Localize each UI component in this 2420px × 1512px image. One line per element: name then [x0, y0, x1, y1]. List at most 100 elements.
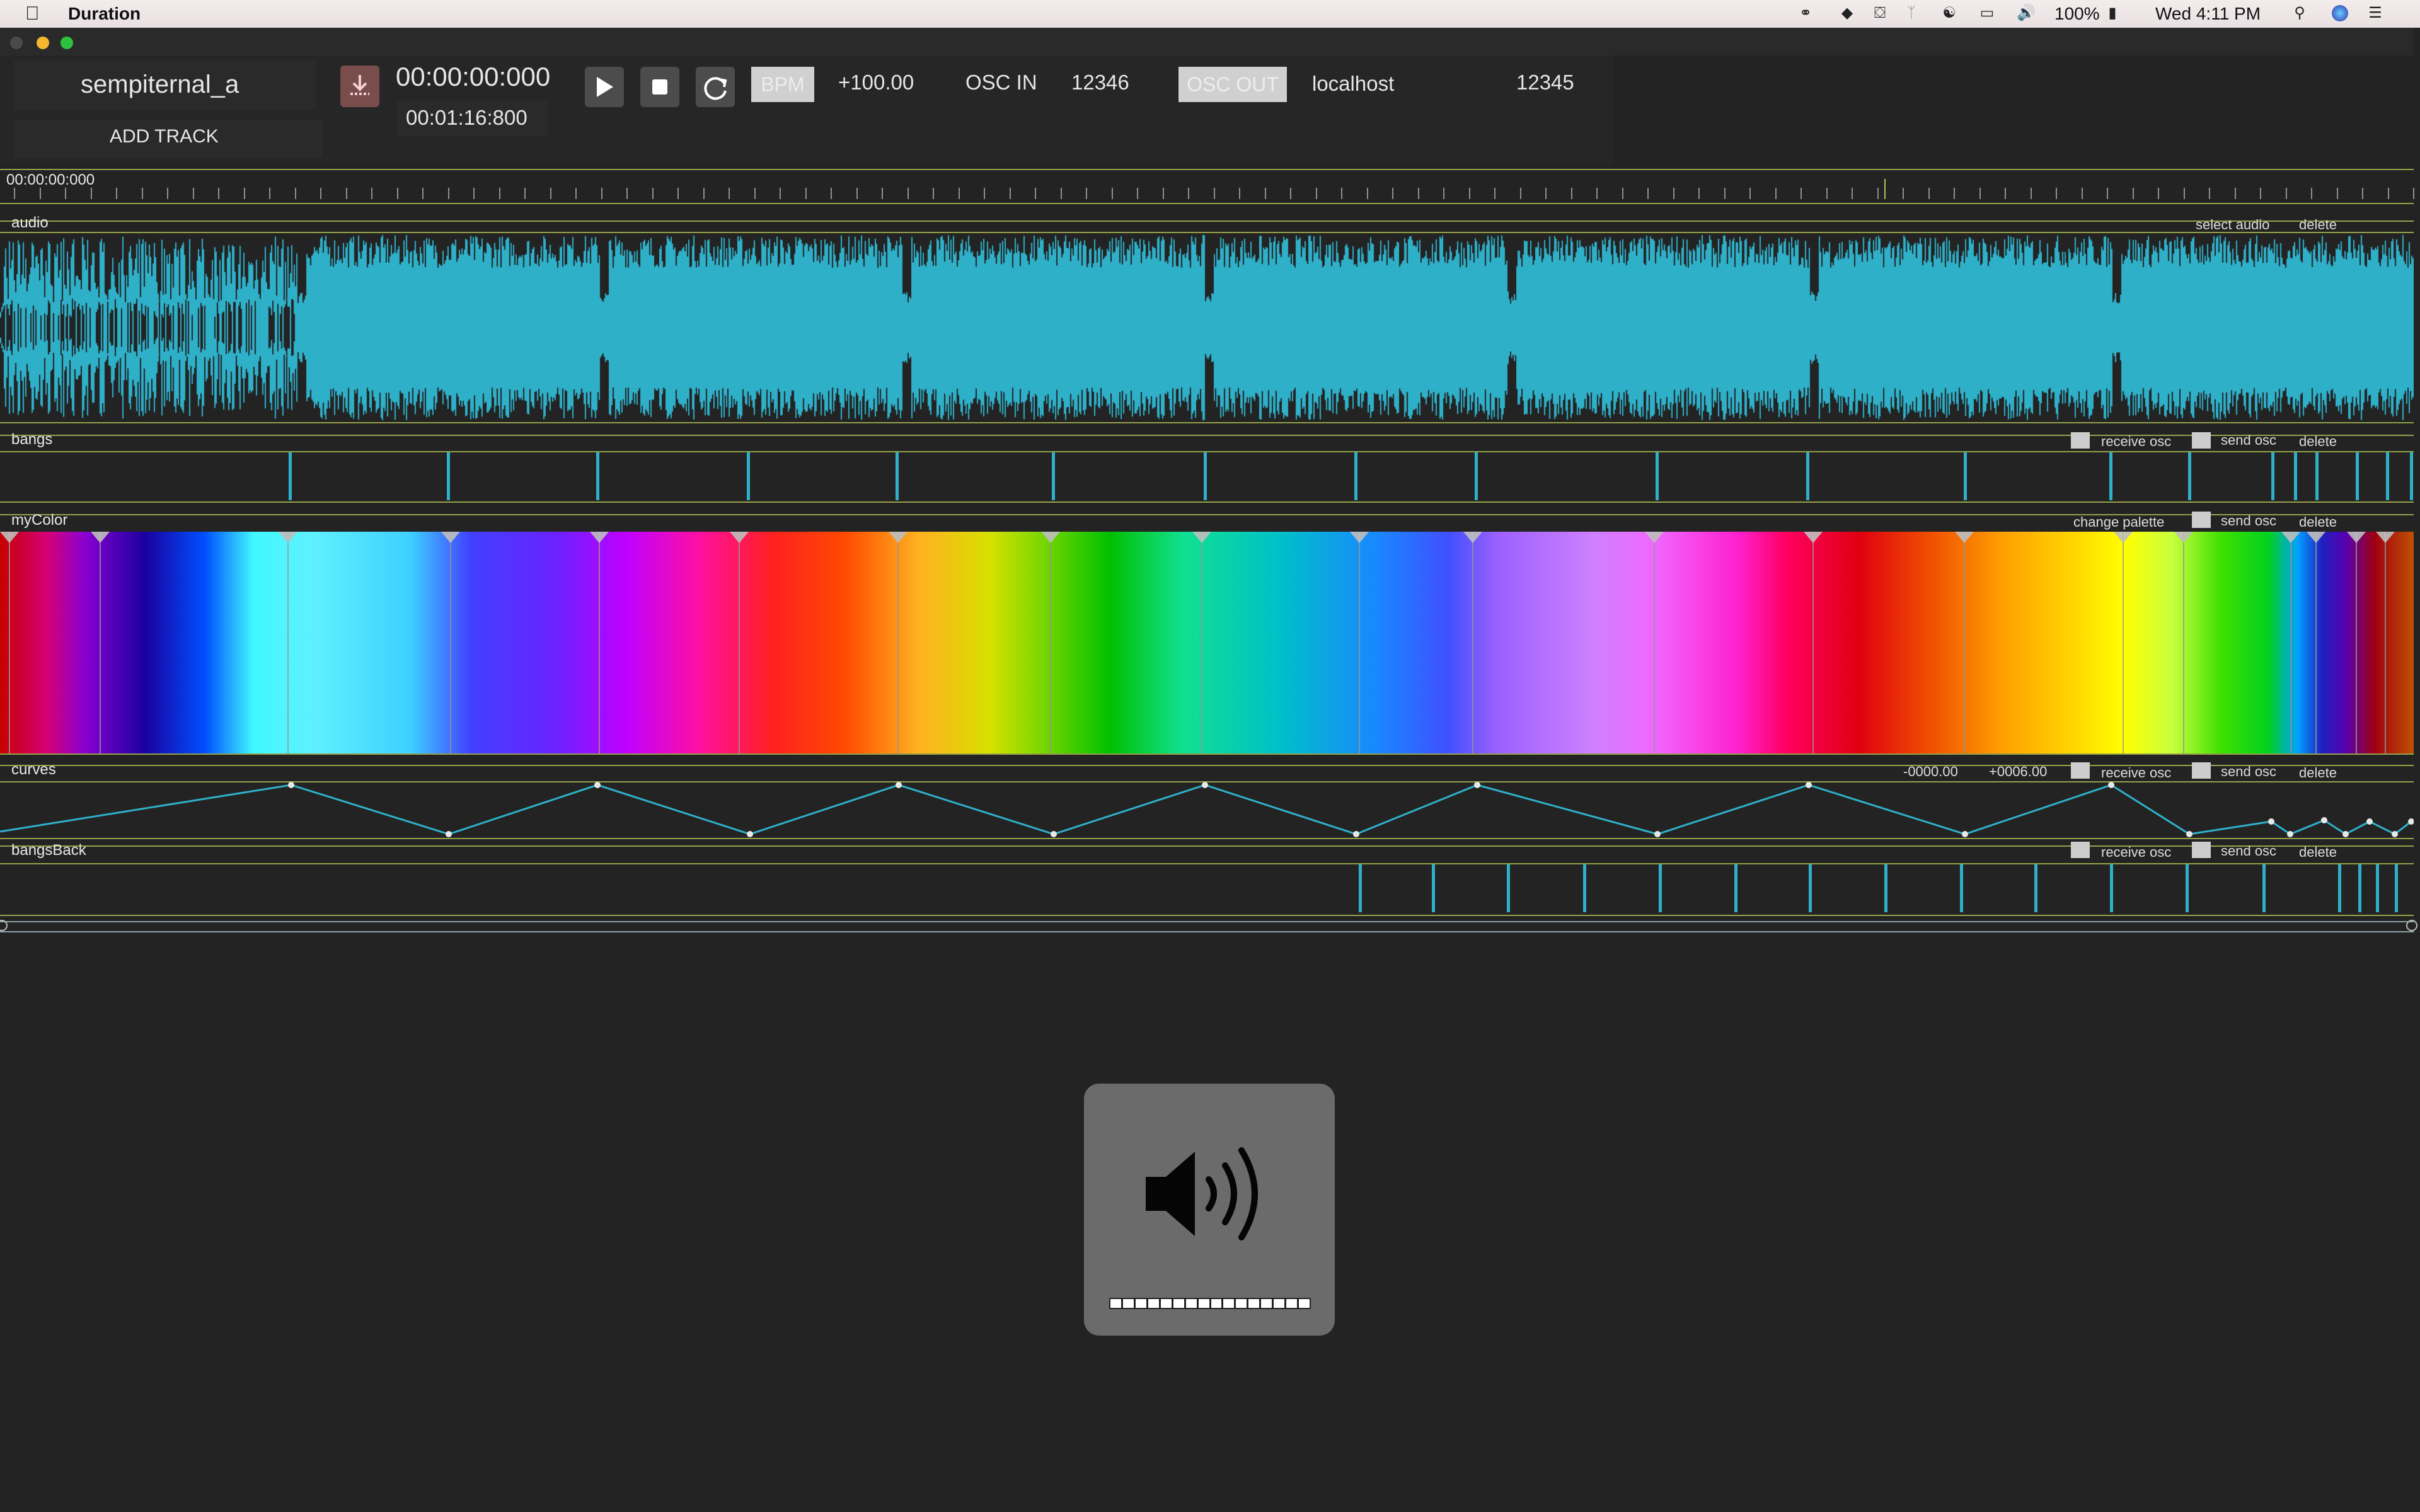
bang-marker[interactable] [1354, 452, 1357, 500]
osc-out-host[interactable]: localhost [1312, 72, 1394, 96]
curve-keyframe-point[interactable] [2108, 782, 2114, 788]
curves-min-value[interactable]: -0000.00 [1903, 764, 1958, 780]
bangsback-marker[interactable] [1884, 864, 1887, 912]
zoom-window-button[interactable] [60, 37, 73, 49]
curves-max-value[interactable]: +0006.00 [1989, 764, 2047, 780]
bang-marker[interactable] [289, 452, 292, 500]
curve-keyframe-point[interactable] [1474, 782, 1480, 788]
bangsback-marker[interactable] [1960, 864, 1963, 912]
lock-icon[interactable]: ⛋ [1872, 5, 1888, 21]
airplay-icon[interactable]: ▭ [1979, 5, 1995, 21]
change-palette-button[interactable]: change palette [2073, 514, 2164, 530]
app-menu[interactable]: Duration [68, 4, 141, 24]
bangsback-marker[interactable] [1809, 864, 1812, 912]
curve-keyframe-point[interactable] [288, 782, 294, 788]
bangsback-marker[interactable] [2358, 864, 2361, 912]
bang-marker[interactable] [1052, 452, 1055, 500]
spotlight-icon[interactable]: ⚲ [2291, 5, 2308, 21]
color-keyframe-handle[interactable] [590, 532, 609, 543]
bang-marker[interactable] [1204, 452, 1207, 500]
audio-waveform[interactable] [0, 233, 2414, 422]
bangsback-marker[interactable] [1659, 864, 1662, 912]
bpm-value[interactable]: +100.00 [838, 71, 914, 94]
bangsback-marker[interactable] [1507, 864, 1510, 912]
curve-keyframe-point[interactable] [1353, 831, 1359, 837]
bang-marker[interactable] [1656, 452, 1659, 500]
bangsback-marker[interactable] [1359, 864, 1362, 912]
curve-keyframe-point[interactable] [2342, 831, 2349, 837]
apple-menu-icon[interactable]:  [25, 4, 40, 24]
curve-keyframe-point[interactable] [2268, 818, 2274, 825]
bluetooth-icon[interactable]: ᛉ [1903, 5, 1920, 21]
bang-marker[interactable] [2410, 452, 2413, 500]
menubar-clock[interactable]: Wed 4:11 PM [2155, 4, 2261, 24]
color-keyframe-handle[interactable] [1955, 532, 1974, 543]
color-keyframe-handle[interactable] [730, 532, 749, 543]
bangs-lane[interactable] [0, 452, 2414, 501]
curves-receive-osc-checkbox[interactable] [2071, 762, 2090, 779]
bangsback-marker[interactable] [1583, 864, 1586, 912]
curve-keyframe-point[interactable] [2321, 817, 2327, 823]
delete-curves-track-button[interactable]: delete [2299, 765, 2337, 781]
bangs-send-osc-checkbox[interactable] [2192, 432, 2211, 449]
delete-bangsback-track-button[interactable]: delete [2299, 844, 2337, 861]
curve-keyframe-point[interactable] [896, 782, 902, 788]
color-keyframe-handle[interactable] [1192, 532, 1211, 543]
bangsback-lane[interactable] [0, 864, 2414, 914]
zoom-scrollbar[interactable] [0, 921, 2414, 932]
color-keyframe-handle[interactable] [2114, 532, 2133, 543]
bangs-receive-osc-checkbox[interactable] [2071, 432, 2090, 449]
delete-mycolor-track-button[interactable]: delete [2299, 514, 2337, 530]
color-keyframe-handle[interactable] [1804, 532, 1823, 543]
color-keyframe-handle[interactable] [1645, 532, 1664, 543]
curve-keyframe-point[interactable] [2392, 831, 2398, 837]
color-keyframe-handle[interactable] [1350, 532, 1369, 543]
minimize-window-button[interactable] [37, 37, 49, 49]
color-keyframe-handle[interactable] [2307, 532, 2325, 543]
color-keyframe-handle[interactable] [889, 532, 908, 543]
bang-marker[interactable] [1475, 452, 1478, 500]
wifi-icon[interactable]: ☯ [1941, 5, 1957, 21]
close-window-button[interactable] [10, 37, 23, 49]
bangsback-marker[interactable] [2186, 864, 2189, 912]
curve-keyframe-point[interactable] [1051, 831, 1057, 837]
bang-marker[interactable] [2386, 452, 2389, 500]
bang-marker[interactable] [2356, 452, 2359, 500]
save-button[interactable] [340, 66, 379, 107]
bangsback-marker[interactable] [2110, 864, 2113, 912]
volume-icon[interactable]: 🔊 [2017, 5, 2036, 21]
bang-marker[interactable] [1964, 452, 1967, 500]
osc-in-port[interactable]: 12346 [1071, 71, 1129, 94]
curve-keyframe-point[interactable] [2287, 831, 2293, 837]
creative-cloud-icon[interactable]: ⚭ [1797, 5, 1814, 21]
bangsback-marker[interactable] [2395, 864, 2398, 912]
curves-send-osc-checkbox[interactable] [2192, 762, 2211, 779]
curve-keyframe-point[interactable] [1654, 831, 1661, 837]
bangsback-marker[interactable] [2376, 864, 2379, 912]
curve-keyframe-point[interactable] [1962, 831, 1968, 837]
dropbox-icon[interactable]: ◆ [1839, 5, 1855, 21]
curve-keyframe-point[interactable] [594, 782, 601, 788]
bpm-toggle[interactable]: BPM [751, 67, 814, 102]
bangsback-send-osc-checkbox[interactable] [2192, 842, 2211, 858]
color-keyframe-handle[interactable] [0, 532, 19, 543]
color-keyframe-handle[interactable] [2347, 532, 2366, 543]
curve-keyframe-point[interactable] [747, 831, 753, 837]
bang-marker[interactable] [447, 452, 450, 500]
color-keyframe-handle[interactable] [441, 532, 460, 543]
mycolor-send-osc-checkbox[interactable] [2192, 512, 2211, 528]
bang-marker[interactable] [2109, 452, 2112, 500]
bangsback-marker[interactable] [1734, 864, 1737, 912]
osc-out-toggle[interactable]: OSC OUT [1178, 67, 1287, 102]
bangsback-marker[interactable] [2034, 864, 2037, 912]
curve-keyframe-point[interactable] [2186, 831, 2192, 837]
color-keyframe-handle[interactable] [91, 532, 110, 543]
delete-bangs-track-button[interactable]: delete [2299, 433, 2337, 450]
curve-keyframe-point[interactable] [1806, 782, 1812, 788]
color-keyframe-handle[interactable] [1463, 532, 1482, 543]
bangsback-marker[interactable] [2262, 864, 2266, 912]
curve-keyframe-point[interactable] [446, 831, 452, 837]
bang-marker[interactable] [2188, 452, 2191, 500]
notification-center-icon[interactable]: ☰ [2367, 5, 2383, 21]
battery-icon[interactable]: ▮ [2099, 5, 2126, 21]
